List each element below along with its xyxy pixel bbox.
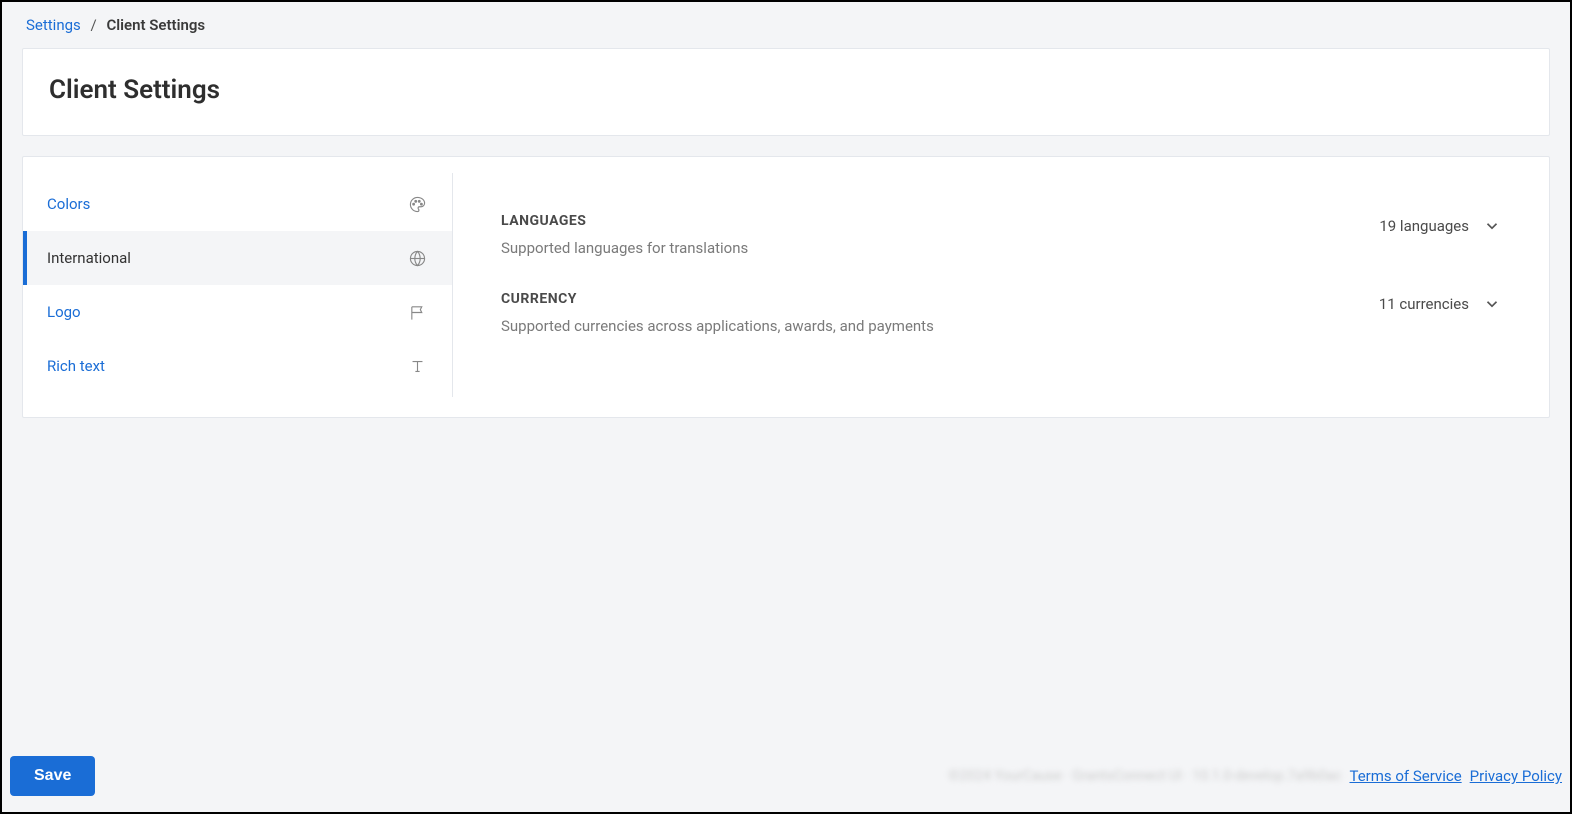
sidebar-item-label: Colors (47, 195, 409, 213)
sidebar-item-label: Logo (47, 303, 409, 321)
languages-summary: 19 languages (1379, 217, 1469, 235)
content-pane: LANGUAGES Supported languages for transl… (453, 173, 1549, 397)
breadcrumb-separator: / (91, 16, 97, 34)
sidebar-item-logo[interactable]: Logo (23, 285, 452, 339)
footer: Save ©2024 YourCause · GrantsConnect UI … (10, 750, 1562, 802)
languages-desc: Supported languages for translations (501, 239, 1379, 257)
privacy-policy-link[interactable]: Privacy Policy (1470, 767, 1562, 785)
currency-expand[interactable]: 11 currencies (1379, 291, 1501, 313)
page-title: Client Settings (49, 75, 1523, 105)
sidebar-item-label: International (47, 249, 409, 267)
sidebar-item-rich-text[interactable]: Rich text (23, 339, 452, 393)
footer-copyright: ©2024 YourCause · GrantsConnect UI · 10.… (948, 768, 1341, 784)
chevron-down-icon (1483, 295, 1501, 313)
flag-icon (409, 304, 426, 321)
currency-desc: Supported currencies across applications… (501, 317, 1379, 335)
page-title-card: Client Settings (22, 48, 1550, 136)
terms-of-service-link[interactable]: Terms of Service (1349, 767, 1461, 785)
languages-expand[interactable]: 19 languages (1379, 213, 1501, 235)
currency-summary: 11 currencies (1379, 295, 1469, 313)
palette-icon (409, 196, 426, 213)
sidebar-item-international[interactable]: International (23, 231, 452, 285)
sidebar-item-label: Rich text (47, 357, 409, 375)
globe-icon (409, 250, 426, 267)
breadcrumb-current: Client Settings (106, 16, 205, 34)
text-icon (409, 358, 426, 375)
languages-section: LANGUAGES Supported languages for transl… (501, 213, 1501, 257)
settings-sidebar: Colors International (23, 173, 453, 397)
save-button[interactable]: Save (10, 756, 95, 796)
currency-title: CURRENCY (501, 291, 1379, 307)
settings-card: Colors International (22, 156, 1550, 418)
chevron-down-icon (1483, 217, 1501, 235)
currency-section: CURRENCY Supported currencies across app… (501, 291, 1501, 335)
languages-title: LANGUAGES (501, 213, 1379, 229)
breadcrumb-root-link[interactable]: Settings (26, 16, 81, 34)
breadcrumb: Settings / Client Settings (2, 2, 1570, 48)
sidebar-item-colors[interactable]: Colors (23, 177, 452, 231)
